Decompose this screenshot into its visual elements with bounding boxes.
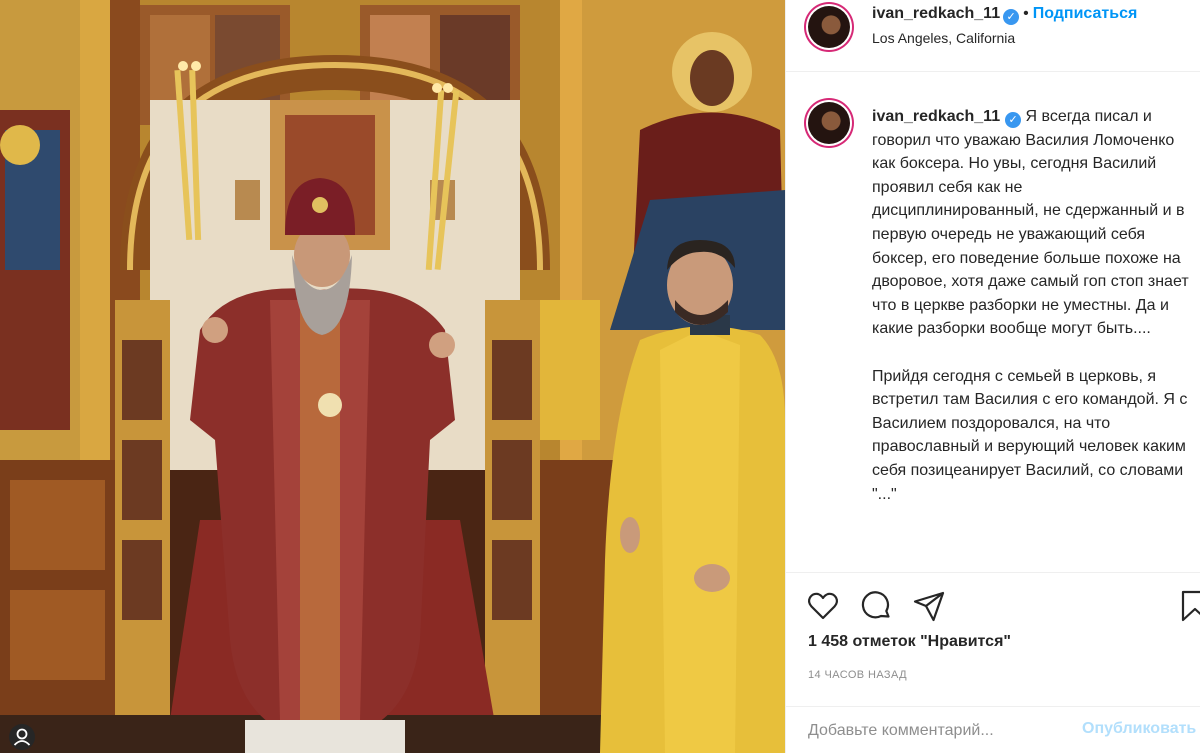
heart-icon[interactable] xyxy=(806,589,840,623)
bookmark-icon[interactable] xyxy=(1178,589,1200,623)
post-header: ivan_redkach_11 ✓ • Подписаться Los Angeles… xyxy=(786,0,1200,72)
user-tag-icon[interactable] xyxy=(8,723,36,751)
verified-badge-icon: ✓ xyxy=(1005,112,1022,128)
caption-paragraph-2: Прийдя сегодня с семьей в церковь, я вст… xyxy=(872,367,1188,503)
church-interior-image xyxy=(0,0,785,753)
share-icon[interactable] xyxy=(912,589,946,623)
username-link[interactable]: ivan_redkach_11 xyxy=(872,5,1000,22)
post-timestamp[interactable]: 14 часов назад xyxy=(808,669,907,681)
post-actions: 1 458 отметок "Нравится" 14 часов назад … xyxy=(786,572,1200,753)
comment-icon[interactable] xyxy=(859,589,893,623)
avatar[interactable] xyxy=(804,2,854,52)
caption-paragraph-1: Я всегда писал и говорил что уважаю Васи… xyxy=(872,108,1189,338)
caption-username-link[interactable]: ivan_redkach_11 xyxy=(872,108,1000,125)
verified-badge-icon: ✓ xyxy=(1003,9,1020,25)
comment-input[interactable] xyxy=(808,719,1078,743)
location-link[interactable]: Los Angeles, California xyxy=(872,30,1015,46)
comment-bar: Опубликовать xyxy=(786,706,1200,753)
post-photo[interactable] xyxy=(0,0,785,753)
publish-button[interactable]: Опубликовать xyxy=(1082,720,1196,738)
separator-dot: • xyxy=(1023,5,1029,22)
follow-button[interactable]: Подписаться xyxy=(1033,5,1138,22)
likes-count[interactable]: 1 458 отметок "Нравится" xyxy=(808,633,1011,651)
header-user-line: ivan_redkach_11 ✓ • Подписаться xyxy=(872,5,1137,25)
caption-avatar[interactable] xyxy=(804,98,854,148)
post-caption: ivan_redkach_11 ✓ Я всегда писал и говори… xyxy=(786,92,1200,570)
post-sidebar: ivan_redkach_11 ✓ • Подписаться Los Angeles… xyxy=(785,0,1200,753)
caption-text: ivan_redkach_11 ✓ Я всегда писал и говори… xyxy=(872,105,1192,530)
